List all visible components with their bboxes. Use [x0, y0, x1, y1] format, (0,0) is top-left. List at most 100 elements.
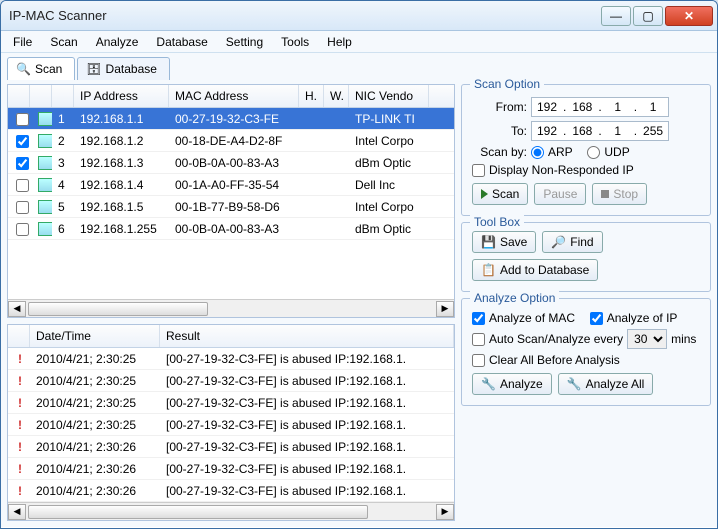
to-ip-octet-1[interactable] — [532, 122, 562, 140]
menu-database[interactable]: Database — [148, 33, 215, 51]
col-h[interactable]: H. — [299, 85, 324, 107]
table-row[interactable]: !2010/4/21; 2:30:25[00-27-19-32-C3-FE] i… — [8, 414, 454, 436]
to-ip-octet-2[interactable] — [567, 122, 597, 140]
result-hscrollbar[interactable]: ◀ ▶ — [8, 502, 454, 520]
auto-scan-checkbox[interactable] — [472, 333, 485, 346]
col-result[interactable]: Result — [160, 325, 454, 347]
table-row[interactable]: !2010/4/21; 2:30:25[00-27-19-32-C3-FE] i… — [8, 348, 454, 370]
scanby-arp-radio[interactable] — [531, 146, 544, 159]
row-mac: 00-27-19-32-C3-FE — [169, 112, 299, 126]
clear-all-checkbox[interactable] — [472, 354, 485, 367]
hscroll-left-button[interactable]: ◀ — [8, 504, 26, 520]
tab-scan[interactable]: 🔍 Scan — [7, 57, 75, 80]
row-datetime: 2010/4/21; 2:30:25 — [30, 418, 160, 432]
udp-label: UDP — [604, 145, 629, 159]
find-icon: 🔎 — [551, 235, 566, 249]
row-nic: dBm Optic — [349, 156, 429, 170]
close-button[interactable]: ✕ — [665, 6, 713, 26]
row-checkbox[interactable] — [16, 135, 29, 148]
scan-icon: 🔍 — [16, 62, 31, 76]
auto-scan-interval-select[interactable]: 30 — [627, 329, 667, 349]
table-row[interactable]: 6192.168.1.25500-0B-0A-00-83-A3dBm Optic — [8, 218, 454, 240]
table-row[interactable]: 3192.168.1.300-0B-0A-00-83-A3dBm Optic — [8, 152, 454, 174]
computer-icon — [38, 156, 52, 170]
col-ipaddress[interactable]: IP Address — [74, 85, 169, 107]
analyze-button[interactable]: 🔧Analyze — [472, 373, 552, 395]
row-checkbox[interactable] — [16, 113, 29, 126]
table-row[interactable]: !2010/4/21; 2:30:25[00-27-19-32-C3-FE] i… — [8, 370, 454, 392]
menu-file[interactable]: File — [5, 33, 40, 51]
analyze-ip-label: Analyze of IP — [607, 311, 678, 325]
menu-help[interactable]: Help — [319, 33, 360, 51]
analyze-all-button[interactable]: 🔧Analyze All — [558, 373, 654, 395]
scan-table-body[interactable]: 1192.168.1.100-27-19-32-C3-FETP-LINK TI2… — [8, 108, 454, 299]
menu-tools[interactable]: Tools — [273, 33, 317, 51]
result-table-body[interactable]: !2010/4/21; 2:30:25[00-27-19-32-C3-FE] i… — [8, 348, 454, 502]
from-ip-octet-3[interactable] — [603, 98, 633, 116]
table-row[interactable]: 5192.168.1.500-1B-77-B9-58-D6Intel Corpo — [8, 196, 454, 218]
table-row[interactable]: !2010/4/21; 2:30:25[00-27-19-32-C3-FE] i… — [8, 392, 454, 414]
to-ip-octet-3[interactable] — [603, 122, 633, 140]
table-row[interactable]: 1192.168.1.100-27-19-32-C3-FETP-LINK TI — [8, 108, 454, 130]
titlebar[interactable]: IP-MAC Scanner — ▢ ✕ — [1, 1, 717, 31]
tab-scan-label: Scan — [35, 62, 62, 76]
menu-analyze[interactable]: Analyze — [88, 33, 147, 51]
hscroll-right-button[interactable]: ▶ — [436, 504, 454, 520]
from-ip-octet-2[interactable] — [567, 98, 597, 116]
menubar: File Scan Analyze Database Setting Tools… — [1, 31, 717, 53]
row-checkbox[interactable] — [16, 179, 29, 192]
warning-icon: ! — [14, 484, 26, 498]
to-ip-octet-4[interactable] — [638, 122, 668, 140]
menu-scan[interactable]: Scan — [42, 33, 85, 51]
col-w[interactable]: W. — [324, 85, 349, 107]
tab-database[interactable]: 🗄 Database — [77, 57, 170, 80]
find-button[interactable]: 🔎Find — [542, 231, 602, 253]
pause-button[interactable]: Pause — [534, 183, 586, 205]
row-mac: 00-0B-0A-00-83-A3 — [169, 156, 299, 170]
hscroll-left-button[interactable]: ◀ — [8, 301, 26, 317]
save-icon: 💾 — [481, 235, 496, 249]
display-nonresponded-checkbox[interactable] — [472, 164, 485, 177]
warning-icon: ! — [14, 352, 26, 366]
row-checkbox[interactable] — [16, 157, 29, 170]
to-ip-input[interactable]: . . . — [531, 121, 669, 141]
col-nicvendor[interactable]: NIC Vendo — [349, 85, 429, 107]
from-ip-input[interactable]: . . . — [531, 97, 669, 117]
from-ip-octet-4[interactable] — [638, 98, 668, 116]
analyze-ip-checkbox[interactable] — [590, 312, 603, 325]
from-ip-octet-1[interactable] — [532, 98, 562, 116]
table-row[interactable]: !2010/4/21; 2:30:26[00-27-19-32-C3-FE] i… — [8, 480, 454, 502]
table-row[interactable]: 4192.168.1.400-1A-A0-FF-35-54Dell Inc — [8, 174, 454, 196]
hscroll-thumb[interactable] — [28, 505, 368, 519]
analyze-all-icon: 🔧 — [567, 377, 582, 391]
col-datetime[interactable]: Date/Time — [30, 325, 160, 347]
stop-button[interactable]: Stop — [592, 183, 647, 205]
row-number: 1 — [52, 112, 74, 126]
table-row[interactable]: !2010/4/21; 2:30:26[00-27-19-32-C3-FE] i… — [8, 436, 454, 458]
warning-icon: ! — [14, 374, 26, 388]
save-button[interactable]: 💾Save — [472, 231, 536, 253]
menu-setting[interactable]: Setting — [218, 33, 271, 51]
hscroll-thumb[interactable] — [28, 302, 208, 316]
row-result: [00-27-19-32-C3-FE] is abused IP:192.168… — [160, 374, 454, 388]
scan-hscrollbar[interactable]: ◀ ▶ — [8, 299, 454, 317]
hscroll-right-button[interactable]: ▶ — [436, 301, 454, 317]
computer-icon — [38, 200, 52, 214]
scan-button[interactable]: Scan — [472, 183, 528, 205]
add-to-database-button[interactable]: 📋Add to Database — [472, 259, 598, 281]
row-checkbox[interactable] — [16, 223, 29, 236]
row-result: [00-27-19-32-C3-FE] is abused IP:192.168… — [160, 440, 454, 454]
row-checkbox[interactable] — [16, 201, 29, 214]
row-ip: 192.168.1.4 — [74, 178, 169, 192]
table-row[interactable]: !2010/4/21; 2:30:26[00-27-19-32-C3-FE] i… — [8, 458, 454, 480]
scanby-udp-radio[interactable] — [587, 146, 600, 159]
clear-all-label: Clear All Before Analysis — [489, 353, 620, 367]
pause-button-label: Pause — [543, 187, 577, 201]
row-result: [00-27-19-32-C3-FE] is abused IP:192.168… — [160, 418, 454, 432]
col-macaddress[interactable]: MAC Address — [169, 85, 299, 107]
table-row[interactable]: 2192.168.1.200-18-DE-A4-D2-8FIntel Corpo — [8, 130, 454, 152]
analyze-mac-checkbox[interactable] — [472, 312, 485, 325]
maximize-button[interactable]: ▢ — [633, 6, 663, 26]
minimize-button[interactable]: — — [601, 6, 631, 26]
toolbox-panel: Tool Box 💾Save 🔎Find 📋Add to Database — [461, 222, 711, 292]
